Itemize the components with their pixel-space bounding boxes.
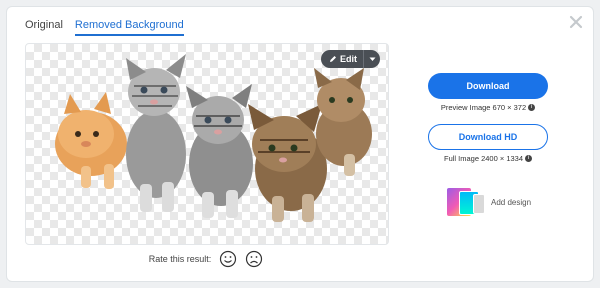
smile-icon[interactable] bbox=[219, 250, 237, 268]
add-design-button[interactable]: Add design bbox=[447, 188, 531, 216]
pencil-icon bbox=[330, 56, 336, 62]
kittens-image bbox=[55, 54, 372, 222]
tab-removed-background[interactable]: Removed Background bbox=[74, 19, 184, 36]
info-icon[interactable]: i bbox=[528, 104, 536, 111]
edit-dropdown[interactable] bbox=[364, 50, 380, 68]
preview-meta-text: Preview Image 670 × 372 bbox=[440, 103, 527, 112]
download-hd-button[interactable]: Download HD bbox=[428, 124, 548, 150]
edit-main[interactable]: Edit bbox=[321, 50, 364, 68]
add-design-label: Add design bbox=[491, 197, 532, 207]
result-card: Original Removed Background Edit Rate th… bbox=[6, 6, 594, 282]
chevron-down-icon bbox=[369, 57, 375, 61]
result-preview: Edit bbox=[25, 43, 389, 245]
edit-label: Edit bbox=[340, 54, 357, 64]
preview-meta: Preview Image 670 × 372 i bbox=[425, 103, 551, 112]
design-thumbnail bbox=[447, 188, 485, 216]
view-tabs: Original Removed Background bbox=[25, 19, 184, 36]
rating-label: Rate this result: bbox=[148, 254, 212, 264]
hd-meta: Full Image 2400 × 1334 i bbox=[425, 154, 551, 163]
tab-original[interactable]: Original bbox=[25, 19, 63, 36]
close-icon[interactable] bbox=[569, 15, 583, 29]
download-button[interactable]: Download bbox=[428, 73, 548, 99]
download-panel: Download Preview Image 670 × 372 i Downl… bbox=[425, 73, 551, 163]
hd-meta-text: Full Image 2400 × 1334 bbox=[443, 154, 523, 163]
info-icon[interactable]: i bbox=[525, 155, 532, 162]
rating-row: Rate this result: bbox=[7, 250, 405, 268]
frown-icon[interactable] bbox=[245, 250, 263, 268]
edit-button[interactable]: Edit bbox=[321, 50, 380, 68]
